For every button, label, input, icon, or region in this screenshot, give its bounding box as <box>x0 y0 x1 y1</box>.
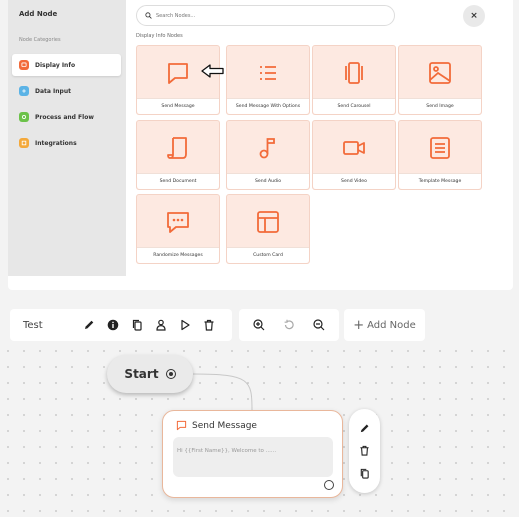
node-actions <box>349 409 380 493</box>
message-icon <box>176 420 187 431</box>
send-message-node[interactable]: Send Message Hi {{First Name}}, Welcome … <box>162 410 343 498</box>
node-title: Send Message <box>192 420 257 431</box>
start-output-handle[interactable] <box>165 369 176 379</box>
copy-icon[interactable] <box>359 468 370 479</box>
output-handle[interactable] <box>324 480 334 490</box>
node-header: Send Message <box>176 420 257 431</box>
start-node[interactable]: Start <box>107 355 193 393</box>
pencil-icon[interactable] <box>359 423 370 434</box>
start-label: Start <box>124 367 159 381</box>
message-preview: Hi {{First Name}}, Welcome to ...... <box>173 437 333 477</box>
trash-icon[interactable] <box>359 445 370 457</box>
